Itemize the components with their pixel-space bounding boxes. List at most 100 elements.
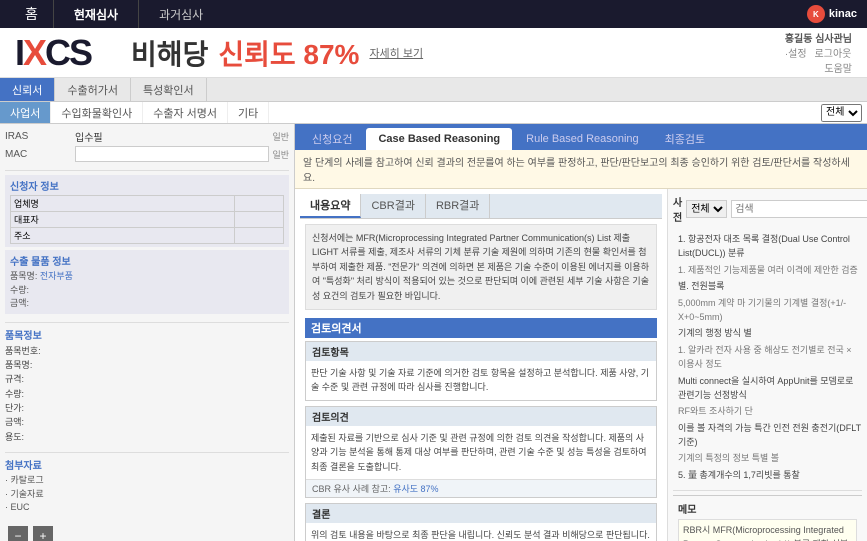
opinion-section: 검토의견서 검토항목 판단 기술 사항 및 기술 자료 기준에 의거한 검토 항…: [305, 318, 657, 541]
kinac-logo-icon: K: [807, 5, 825, 23]
search-box: ▶: [731, 200, 867, 218]
attachment-section: 첨부자료 · 카탈로그 · 기술자료 · EUC: [5, 457, 289, 515]
user-name: 홍길동 심사관님: [785, 30, 852, 45]
memo-section: 메모 RBR시 MFR(Microprocessing Integrated P…: [673, 495, 862, 541]
subnav2-dropdown[interactable]: 전체: [821, 104, 862, 122]
ref-item-9: 이를 볼 자격의 가능 특간 인전 전원 충전기(DFLT 기준): [673, 421, 862, 450]
attach-title: 첨부자료: [5, 457, 289, 472]
product-row1: 품목명: 전자부품: [10, 270, 284, 284]
content-tabs: 내용요약 CBR결과 RBR결과: [300, 194, 662, 219]
left-panel: IRAS 입수필 일반 MAC 일반 신청자 정보 업체명: [0, 124, 295, 541]
memo-body: RBR시 MFR(Microprocessing Integrated Part…: [678, 519, 857, 541]
content-tab-cbr[interactable]: CBR결과: [361, 194, 425, 218]
header-links: ·설정 로그아웃: [785, 45, 852, 60]
logout-link[interactable]: 로그아웃: [815, 45, 852, 60]
applicant-table: 업체명 대표자 주소: [10, 195, 284, 244]
subnav-item-spec[interactable]: 특성확인서: [131, 78, 207, 101]
company-label: 업체명: [11, 196, 235, 212]
ref-item-3: 별. 전원블록: [673, 279, 862, 293]
item-row5: 단가:: [5, 401, 289, 415]
tab-requirements[interactable]: 신청요건: [300, 128, 364, 150]
dictionary-section: 사전 전체 ▶: [673, 194, 862, 224]
past-review-nav[interactable]: 과거심사: [138, 0, 223, 28]
product-section: 수출 물품 정보 품목명: 전자부품 수량: 금액:: [5, 250, 289, 314]
review-opinion-text: 제출된 자료를 기반으로 심사 기준 및 관련 규정에 의한 검토 의견을 작성…: [311, 431, 651, 474]
iras-row: IRAS 입수필 일반: [5, 129, 289, 144]
item-info-section: 품목정보 품목번호: 품목명: 규격: 수량: 단가: 금액: 용도:: [5, 327, 289, 445]
tab-bar: 신청요건 Case Based Reasoning Rule Based Rea…: [295, 124, 867, 150]
subnav2-select[interactable]: 전체: [821, 104, 862, 122]
ref-item-6: 1. 알카라 전자 사용 중 해상도 전기별로 전국 × 이용사 정도: [673, 343, 862, 372]
review-conclusion-header: 결론: [306, 504, 656, 523]
result-detail-link[interactable]: 자세히 보기: [369, 45, 423, 61]
kinac-logo: K kinac: [807, 5, 857, 23]
top-navigation: 홈 현재심사 과거심사 K kinac: [0, 0, 867, 28]
main-content-area: IRAS 입수필 일반 MAC 일반 신청자 정보 업체명: [0, 124, 867, 541]
content-main: 내용요약 CBR결과 RBR결과 신청서에는 MFR(Microprocessi…: [295, 189, 667, 541]
review-item-section: 검토항목 판단 기술 사항 및 기술 자료 기준에 의거한 검토 항목을 설정하…: [305, 341, 657, 401]
logo-cs: CS: [45, 32, 91, 73]
dict-select[interactable]: 전체: [686, 200, 727, 218]
review-opinion-body: 제출된 자료를 기반으로 심사 기준 및 관련 규정에 의한 검토 의견을 작성…: [306, 426, 656, 479]
tab-cbr[interactable]: Case Based Reasoning: [366, 128, 512, 150]
home-nav-item[interactable]: 홈: [10, 4, 53, 24]
attach-item3: · EUC: [5, 501, 289, 515]
sidebar-divider: [673, 490, 862, 491]
ref-item-7: Multi connect을 실시하여 AppUnit를 모뎀로로 관련기능 선…: [673, 374, 862, 403]
mac-input[interactable]: [75, 146, 269, 162]
content-area: 내용요약 CBR결과 RBR결과 신청서에는 MFR(Microprocessi…: [295, 189, 867, 541]
applicant-section: 신청자 정보 업체명 대표자 주소: [5, 175, 289, 247]
item-details: 품목번호: 품목명: 규격: 수량: 단가: 금액: 용도:: [5, 344, 289, 445]
address-value: [234, 228, 283, 244]
ref-item-10: 기계의 특정의 정보 특별 볼: [673, 451, 862, 465]
iras-value: 입수필: [75, 129, 272, 144]
alert-bar: 알 단계의 사례를 참고하여 신뢰 결과의 전문를여 하는 여부를 판정하고, …: [295, 150, 867, 189]
subnav2-import[interactable]: 수입화물확인사: [51, 102, 143, 123]
help-link[interactable]: 도움말: [785, 60, 852, 75]
right-panel: 신청요건 Case Based Reasoning Rule Based Rea…: [295, 124, 867, 541]
settings-link[interactable]: ·설정: [785, 45, 807, 60]
mac-row: MAC 일반: [5, 146, 289, 162]
product-row3: 금액:: [10, 297, 284, 311]
rep-value: [234, 212, 283, 228]
subnav-item-trust[interactable]: 신뢰서: [0, 78, 55, 101]
application-info: 신청자 정보 업체명 대표자 주소: [5, 175, 289, 314]
iras-sub: 일반: [272, 130, 289, 143]
logo-x: X: [23, 32, 45, 73]
review-opinion-sub: CBR 유사 사례 참고: 유사도 87%: [306, 479, 656, 497]
dict-controls: 사전 전체 ▶: [673, 194, 862, 224]
alert-text: 알 단계의 사례를 참고하여 신뢰 결과의 전문를여 하는 여부를 판정하고, …: [303, 158, 850, 184]
ref-item-5: 기계의 행정 방식 별: [673, 326, 862, 340]
search-input[interactable]: [731, 200, 867, 218]
result-confidence: 신뢰도 87%: [218, 33, 359, 73]
item-row4: 수량:: [5, 387, 289, 401]
tab-rbr[interactable]: Rule Based Reasoning: [514, 128, 651, 150]
review-conclusion-body: 위의 검토 내용을 바탕으로 최종 판단을 내립니다. 신뢰도 분석 결과 비해…: [306, 523, 656, 541]
mac-label: MAC: [5, 149, 75, 160]
subnav2-other[interactable]: 기타: [228, 102, 269, 123]
product-row2: 수량:: [10, 284, 284, 298]
rep-label: 대표자: [11, 212, 235, 228]
content-tab-summary[interactable]: 내용요약: [300, 194, 361, 218]
dict-label: 사전: [673, 194, 682, 224]
item-row3: 규격:: [5, 372, 289, 386]
document-area: 신청서에는 MFR(Microprocessing Integrated Par…: [300, 219, 662, 541]
iras-label: IRAS: [5, 131, 75, 142]
item-row2: 품목명:: [5, 358, 289, 372]
content-tab-rbr[interactable]: RBR결과: [426, 194, 490, 218]
sub-navigation-2: 사업서 수입화물확인사 수출자 서명서 기타 전체: [0, 102, 867, 124]
review-conclusion-text: 위의 검토 내용을 바탕으로 최종 판단을 내립니다. 신뢰도 분석 결과 비해…: [311, 528, 651, 541]
zoom-in-button[interactable]: +: [33, 526, 53, 541]
divider-2: [5, 322, 289, 323]
header-right-area: K kinac: [807, 5, 857, 23]
kinac-text: kinac: [829, 8, 857, 20]
attach-item2: · 기술자료: [5, 488, 289, 502]
subnav-item-export[interactable]: 수출허가서: [55, 78, 131, 101]
subnav2-business[interactable]: 사업서: [0, 102, 51, 123]
zoom-out-button[interactable]: −: [8, 526, 28, 541]
subnav2-export-sign[interactable]: 수출자 서명서: [143, 102, 228, 123]
summary-body: 신청서에는 MFR(Microprocessing Integrated Par…: [312, 233, 649, 301]
mac-date: 일반: [272, 148, 289, 161]
tab-final[interactable]: 최종검토: [653, 128, 717, 150]
current-review-nav[interactable]: 현재심사: [53, 0, 138, 28]
